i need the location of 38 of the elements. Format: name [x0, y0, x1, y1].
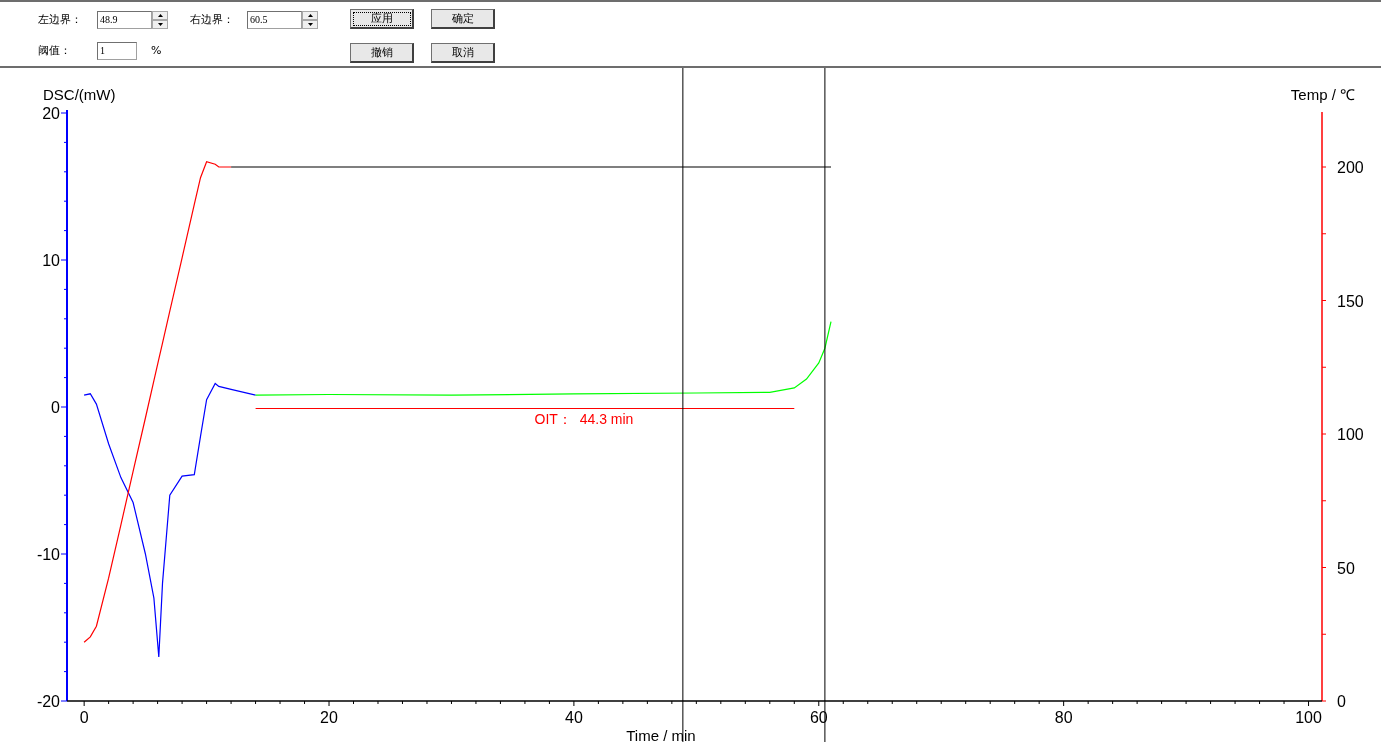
dialog-button[interactable]: 撤销: [350, 43, 414, 63]
tick-label: 0: [79, 709, 89, 726]
tick-label: 0: [1337, 693, 1346, 710]
spin-down-button[interactable]: [152, 19, 168, 29]
tick-label: -20: [36, 693, 60, 710]
caret-up-icon: [157, 13, 163, 17]
dialog-button[interactable]: 确定: [431, 9, 495, 29]
dialog-button[interactable]: 取消: [431, 43, 495, 63]
unit-label: %: [151, 44, 162, 57]
tick-label: 80: [1054, 709, 1073, 726]
caret-down-icon: [307, 22, 313, 26]
right-bound-field[interactable]: 60.5: [247, 10, 302, 29]
field-label: 右边界：: [190, 12, 234, 27]
dialog-button[interactable]: 应用: [350, 9, 414, 29]
tick-label: 100: [1337, 426, 1364, 443]
spin-down-button[interactable]: [302, 19, 318, 29]
tick-label: -10: [36, 546, 60, 563]
caret-down-icon: [157, 22, 163, 26]
caret-up-icon: [307, 13, 313, 17]
tick-label: 40: [565, 709, 583, 726]
tick-label: 150: [1337, 292, 1364, 310]
tick-label: 20: [320, 709, 338, 726]
threshold-field[interactable]: 1: [97, 41, 137, 60]
tick-label: 10: [42, 252, 60, 269]
tick-label: 100: [1295, 709, 1322, 726]
axis-title: Temp / ℃: [1290, 86, 1355, 103]
tick-label: 200: [1337, 159, 1364, 176]
tick-label: 0: [51, 399, 60, 416]
cursor-line[interactable]: [682, 68, 684, 742]
left-bound-field[interactable]: 48.9: [97, 10, 152, 29]
oit-label: OIT： 44.3 min: [534, 411, 634, 428]
tick-label: 20: [42, 105, 60, 122]
field-label: 阈值：: [38, 43, 71, 58]
spin-up-button[interactable]: [302, 10, 318, 20]
tick-label: 50: [1337, 559, 1355, 577]
axis-title: DSC/(mW): [43, 86, 116, 103]
field-label: 左边界：: [38, 12, 82, 27]
spin-up-button[interactable]: [152, 10, 168, 20]
